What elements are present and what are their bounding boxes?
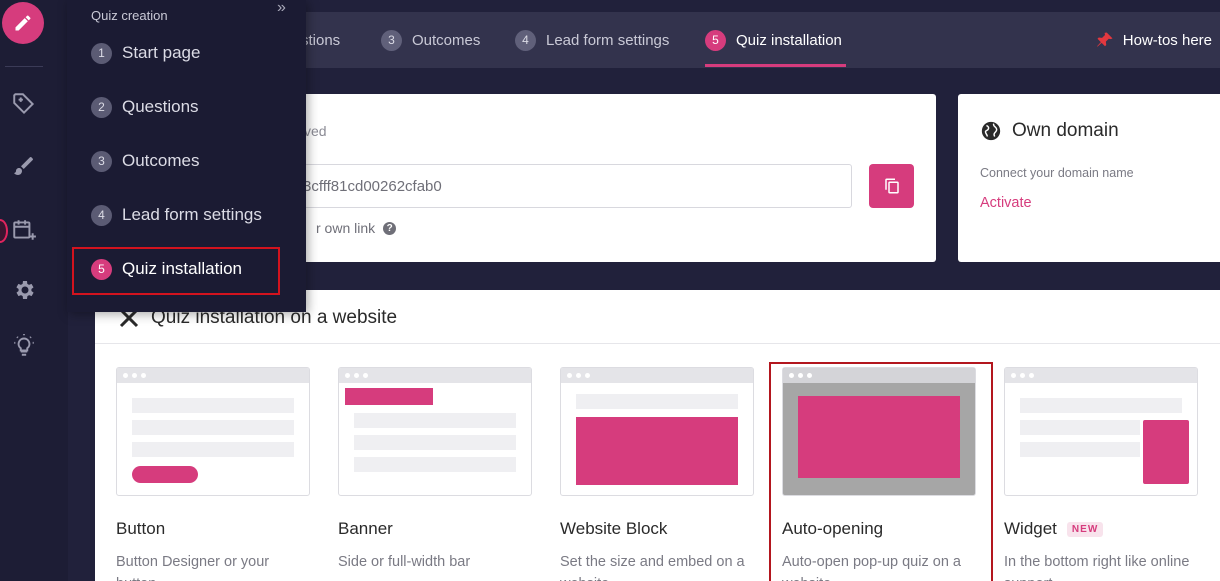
option-description: Side or full-width bar bbox=[338, 554, 471, 570]
tab-lead-form-settings[interactable]: 4 Lead form settings bbox=[515, 12, 669, 68]
active-tab-underline bbox=[705, 64, 846, 67]
quiz-link-value: 3cfff81cd00262cfab0 bbox=[303, 177, 442, 195]
link-card-label: ved bbox=[304, 123, 327, 139]
rail-design-button[interactable] bbox=[10, 152, 38, 180]
step-number-badge: 4 bbox=[91, 204, 112, 226]
copy-link-button[interactable] bbox=[869, 164, 914, 208]
own-domain-card: Own domain Connect your domain name Acti… bbox=[958, 94, 1220, 262]
rail-tags-button[interactable] bbox=[10, 90, 38, 118]
tag-plus-icon bbox=[13, 93, 35, 115]
left-rail bbox=[0, 0, 68, 581]
menu-item-start-page[interactable]: 1 Start page bbox=[91, 38, 200, 68]
tab-quiz-installation[interactable]: 5 Quiz installation bbox=[705, 12, 842, 68]
auto-opening-preview bbox=[782, 367, 976, 496]
rail-ideas-button[interactable] bbox=[10, 331, 38, 359]
website-block-preview bbox=[560, 367, 754, 496]
option-title: Widget NEW bbox=[1004, 519, 1104, 539]
own-domain-heading: Own domain bbox=[980, 120, 1119, 142]
menu-item-label: Outcomes bbox=[122, 151, 200, 170]
menu-item-outcomes[interactable]: 3 Outcomes bbox=[91, 146, 199, 176]
calendar-plus-icon bbox=[13, 220, 36, 240]
own-link-label: r own link bbox=[316, 220, 376, 236]
menu-item-lead-form-settings[interactable]: 4 Lead form settings bbox=[91, 200, 262, 230]
own-domain-title: Own domain bbox=[1012, 120, 1119, 141]
own-domain-description: Connect your domain name bbox=[980, 166, 1134, 180]
widget-preview bbox=[1004, 367, 1198, 496]
howtos-label: How-tos here bbox=[1122, 31, 1212, 49]
quiz-creation-menu: Quiz creation » 1 Start page 2 Questions… bbox=[67, 0, 306, 312]
step-number-badge: 1 bbox=[91, 42, 112, 64]
lightbulb-icon bbox=[14, 334, 34, 356]
button-preview bbox=[116, 367, 310, 496]
menu-item-label: Lead form settings bbox=[122, 205, 262, 224]
active-indicator bbox=[0, 219, 8, 243]
tab-label: Quiz installation bbox=[736, 31, 842, 49]
step-number-badge: 3 bbox=[381, 29, 402, 51]
step-number-badge: 5 bbox=[705, 29, 726, 51]
quiz-installation-highlight bbox=[72, 247, 280, 295]
option-title: Website Block bbox=[560, 519, 668, 538]
tab-label: Outcomes bbox=[412, 31, 481, 49]
option-title: Button bbox=[116, 519, 166, 538]
rail-divider bbox=[5, 66, 43, 67]
edit-quiz-button[interactable] bbox=[2, 2, 44, 44]
menu-heading: Quiz creation bbox=[91, 8, 168, 23]
quiz-link-card: ved 3cfff81cd00262cfab0 r own link ? bbox=[282, 94, 936, 262]
step-number-badge: 3 bbox=[91, 150, 112, 172]
option-description: Set the size and embed on a website bbox=[560, 554, 745, 581]
copy-icon bbox=[884, 178, 899, 194]
banner-preview bbox=[338, 367, 532, 496]
activate-domain-link[interactable]: Activate bbox=[980, 195, 1032, 211]
option-description: Button Designer or your button bbox=[116, 554, 270, 581]
pencil-icon bbox=[15, 15, 31, 31]
step-number-badge: 4 bbox=[515, 29, 536, 51]
brush-icon bbox=[14, 157, 33, 175]
option-title: Banner bbox=[338, 519, 393, 538]
option-description: In the bottom right like online support bbox=[1004, 554, 1190, 581]
tab-label: Lead form settings bbox=[546, 31, 670, 49]
menu-item-label: Questions bbox=[122, 97, 199, 116]
tab-questions[interactable]: stions bbox=[301, 12, 340, 68]
help-icon[interactable]: ? bbox=[383, 221, 397, 235]
pushpin-icon bbox=[1096, 32, 1113, 47]
collapse-menu-icon[interactable]: » bbox=[277, 0, 286, 17]
new-badge: NEW bbox=[1066, 521, 1104, 537]
tab-label: stions bbox=[301, 31, 341, 49]
installation-panel: Quiz installation on a website Button Bu… bbox=[95, 290, 1220, 581]
gear-icon bbox=[16, 281, 34, 299]
own-link-option[interactable]: r own link ? bbox=[316, 220, 397, 236]
rail-settings-button[interactable] bbox=[10, 276, 38, 304]
rail-quiz-builder-button[interactable] bbox=[10, 216, 38, 244]
menu-item-questions[interactable]: 2 Questions bbox=[91, 92, 199, 122]
option-description: Auto-open pop-up quiz on a website bbox=[782, 554, 961, 581]
step-number-badge: 2 bbox=[91, 96, 112, 118]
quiz-link-field[interactable]: 3cfff81cd00262cfab0 bbox=[282, 164, 852, 208]
option-title: Auto-opening bbox=[782, 519, 884, 538]
menu-item-label: Start page bbox=[122, 43, 201, 62]
globe-icon bbox=[981, 121, 1001, 141]
option-title-text: Widget bbox=[1004, 519, 1057, 538]
howtos-link[interactable]: How-tos here bbox=[1095, 12, 1212, 68]
tab-outcomes[interactable]: 3 Outcomes bbox=[381, 12, 480, 68]
